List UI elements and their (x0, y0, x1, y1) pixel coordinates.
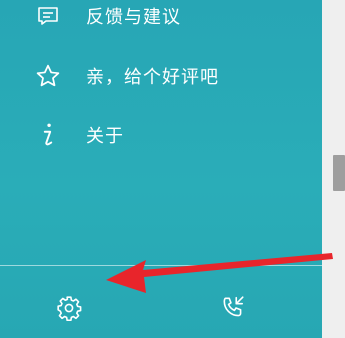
menu-item-label: 亲，给个好评吧 (86, 67, 219, 88)
menu-item-rate-app[interactable]: 亲，给个好评吧 (0, 56, 300, 96)
settings-button[interactable] (52, 293, 86, 327)
menu-item-label: 关于 (86, 126, 124, 147)
call-button[interactable] (216, 293, 250, 327)
menu-item-feedback[interactable]: 反馈与建议 (0, 0, 300, 36)
info-icon (33, 120, 63, 150)
gear-icon (56, 295, 82, 325)
navigation-drawer: 反馈与建议 亲，给个好评吧 关于 (0, 0, 334, 338)
divider (0, 265, 334, 266)
scrollbar-thumb[interactable] (333, 155, 345, 191)
feedback-icon (33, 1, 63, 31)
star-icon (33, 61, 63, 91)
phone-call-icon (220, 295, 246, 325)
menu-item-label: 反馈与建议 (86, 7, 181, 28)
menu-item-about[interactable]: 关于 (0, 115, 300, 155)
